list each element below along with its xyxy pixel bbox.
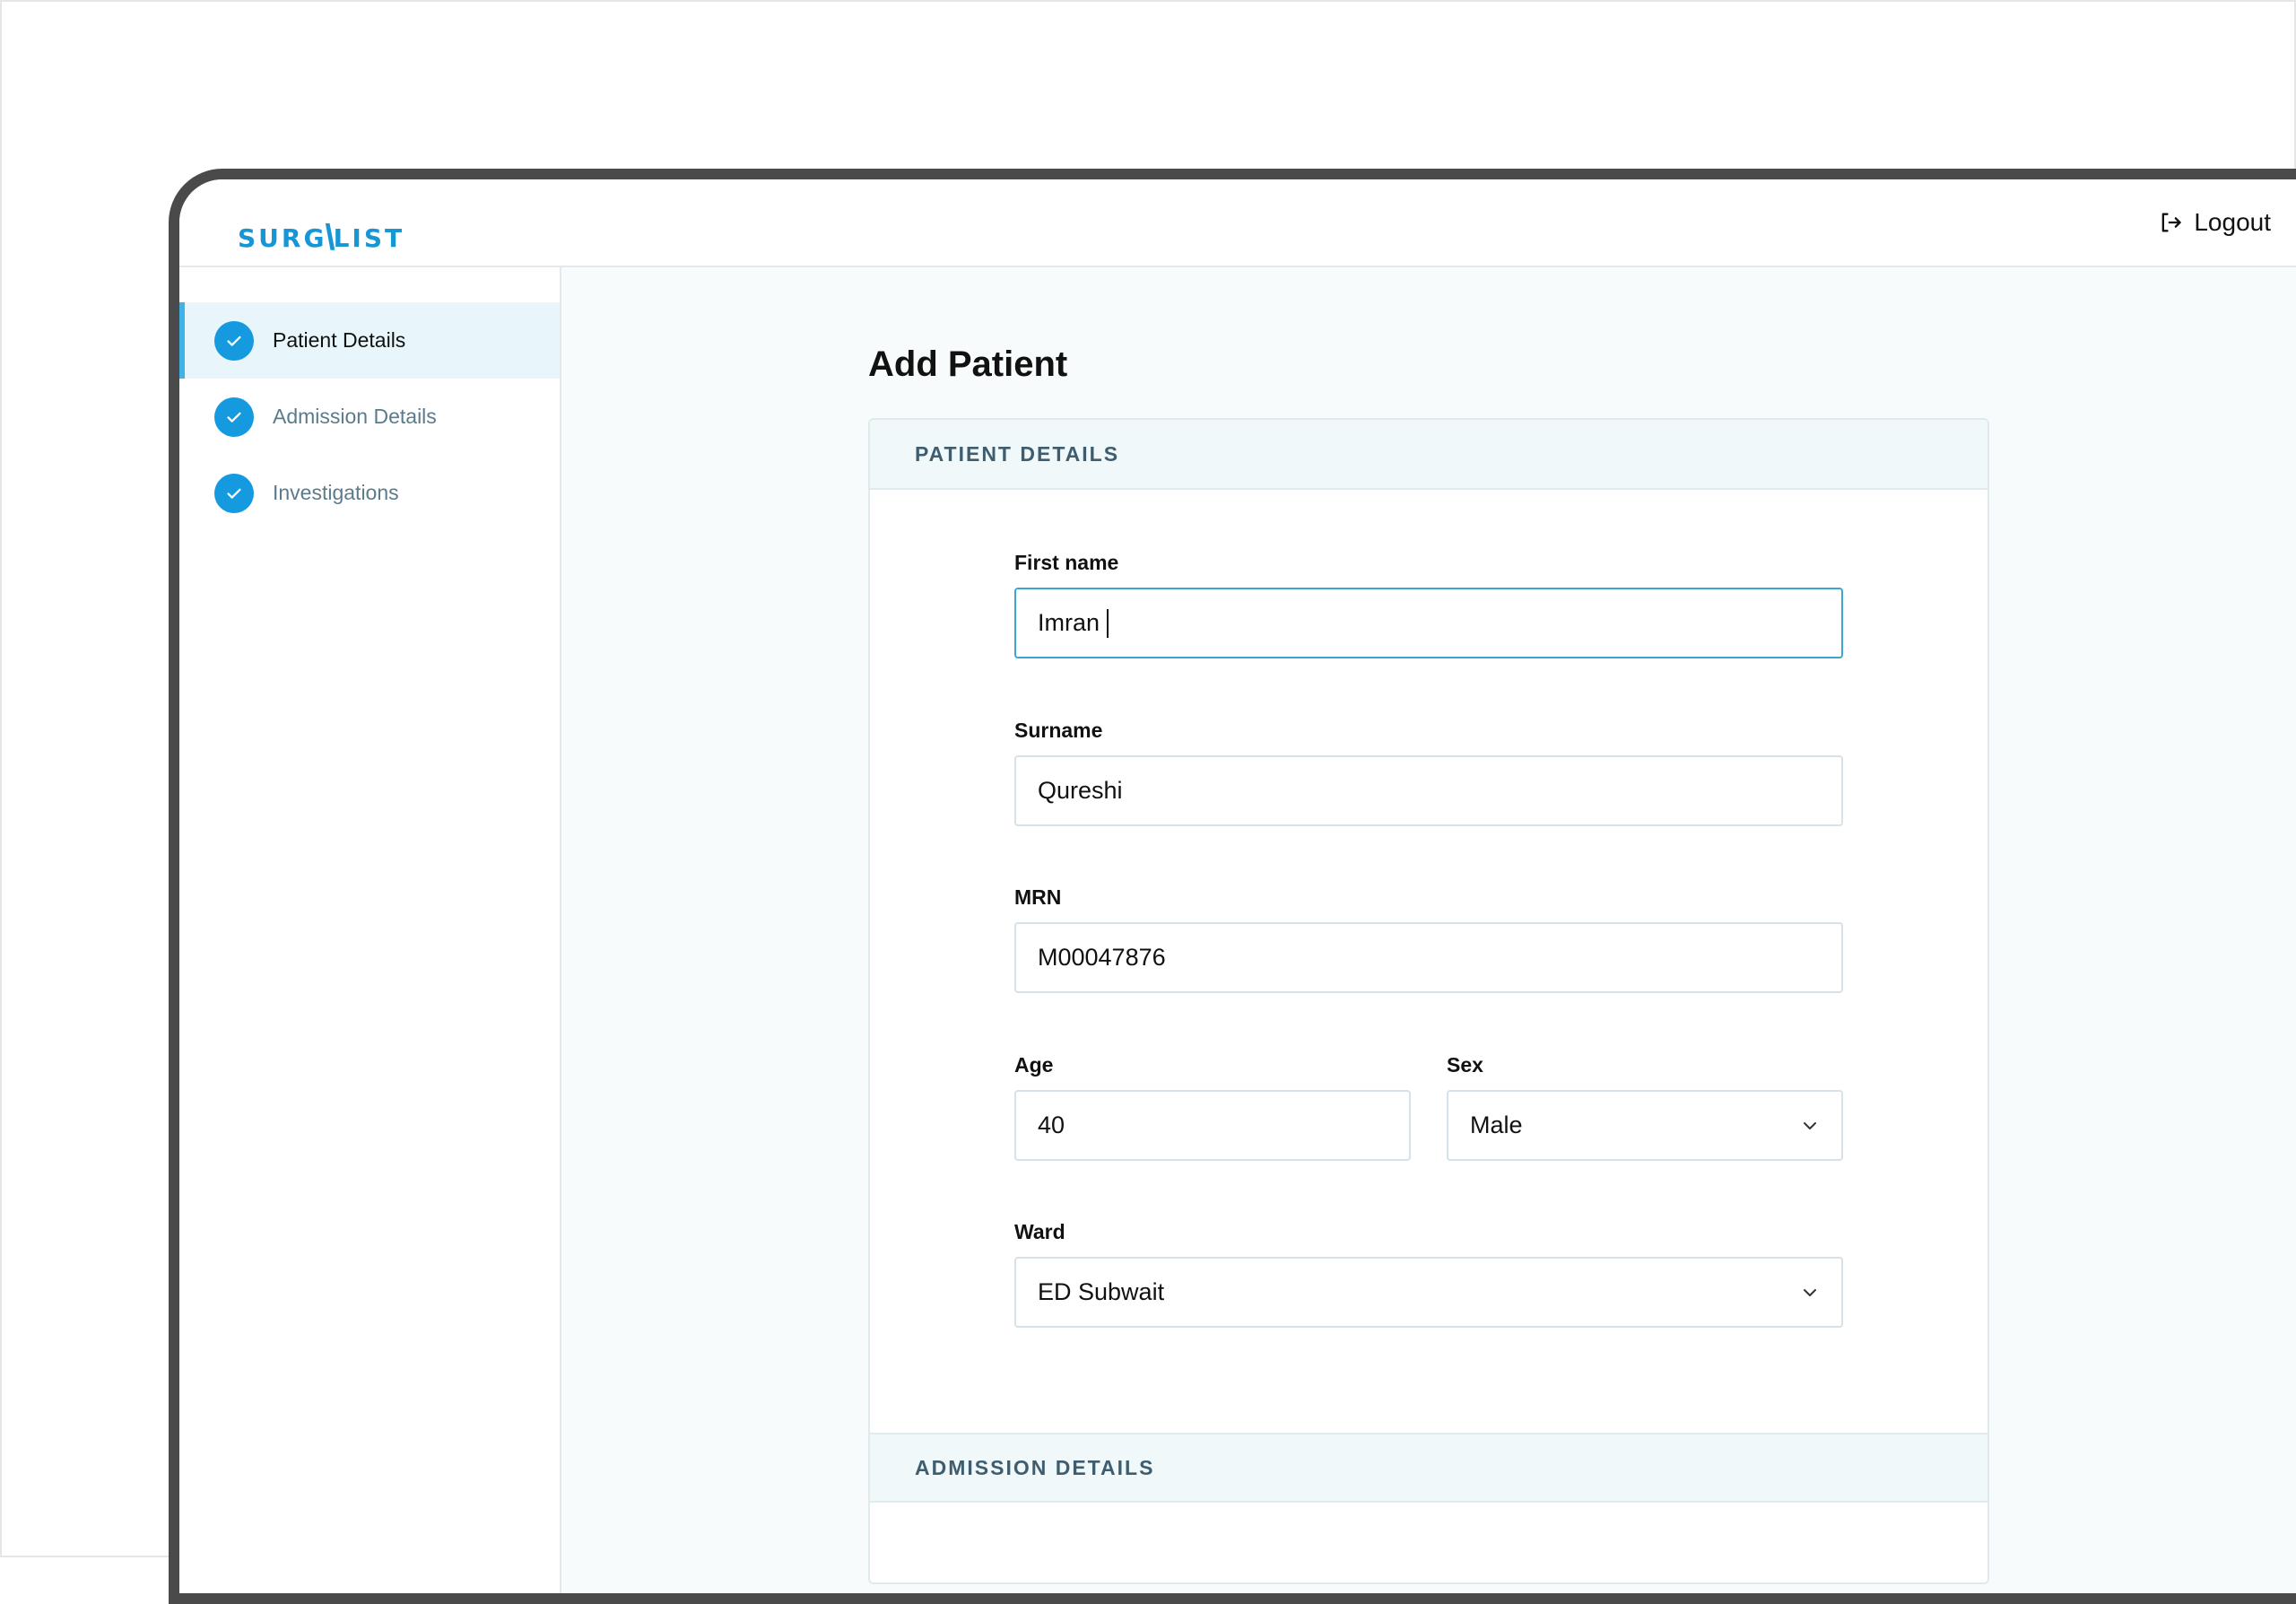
first-name-value: Imran: [1038, 609, 1100, 636]
mrn-label: MRN: [1014, 885, 1062, 909]
app-window: SURG \ LIST Logout Patient Details Admis…: [169, 169, 2296, 1604]
sex-label: Sex: [1447, 1053, 1483, 1077]
sidebar-step-admission-details[interactable]: Admission Details: [179, 379, 560, 455]
ward-label: Ward: [1014, 1220, 1065, 1243]
text-caret: [1107, 608, 1109, 638]
form-card: PATIENT DETAILS First name Imran Surname…: [868, 418, 1989, 1584]
page-title: Add Patient: [868, 344, 1068, 384]
check-circle-icon: [214, 473, 254, 513]
sidebar-step-label: Patient Details: [273, 328, 406, 352]
steps-sidebar: Patient Details Admission Details Invest…: [179, 267, 561, 1593]
mrn-input[interactable]: M00047876: [1014, 922, 1843, 993]
sidebar-step-label: Admission Details: [273, 405, 437, 428]
logout-label: Logout: [2194, 208, 2271, 236]
top-bar: SURG \ LIST Logout: [179, 179, 2296, 267]
age-input[interactable]: 40: [1014, 1090, 1411, 1161]
sidebar-step-patient-details[interactable]: Patient Details: [179, 302, 560, 379]
surgilist-logo: SURG \ LIST: [238, 199, 405, 257]
check-circle-icon: [214, 397, 254, 437]
check-circle-icon: [214, 320, 254, 361]
ward-select[interactable]: ED Subwait: [1014, 1257, 1843, 1328]
age-label: Age: [1014, 1053, 1054, 1077]
logout-button[interactable]: Logout: [2158, 208, 2271, 237]
logout-icon: [2162, 213, 2182, 232]
logo-slash-mark: \: [325, 218, 335, 257]
chevron-down-icon: [1804, 1288, 1816, 1296]
section-header-patient-details: PATIENT DETAILS: [870, 420, 1987, 490]
mrn-value: M00047876: [1038, 944, 1166, 971]
sex-select[interactable]: Male: [1447, 1090, 1843, 1161]
first-name-input[interactable]: Imran: [1014, 588, 1843, 658]
sidebar-step-label: Investigations: [273, 481, 399, 504]
age-value: 40: [1038, 1111, 1065, 1138]
sidebar-step-investigations[interactable]: Investigations: [179, 455, 560, 531]
sex-value: Male: [1470, 1111, 1523, 1138]
main-content: Add Patient PATIENT DETAILS First name I…: [561, 267, 2296, 1593]
first-name-label: First name: [1014, 551, 1119, 574]
logo-text-right: LIST: [333, 223, 405, 253]
surname-input[interactable]: Qureshi: [1014, 755, 1843, 826]
section-header-admission-details: ADMISSION DETAILS: [870, 1433, 1987, 1503]
surname-label: Surname: [1014, 719, 1103, 742]
surname-value: Qureshi: [1038, 777, 1123, 804]
logo-text-left: SURG: [238, 223, 327, 253]
chevron-down-icon: [1804, 1121, 1816, 1129]
ward-value: ED Subwait: [1038, 1278, 1165, 1305]
